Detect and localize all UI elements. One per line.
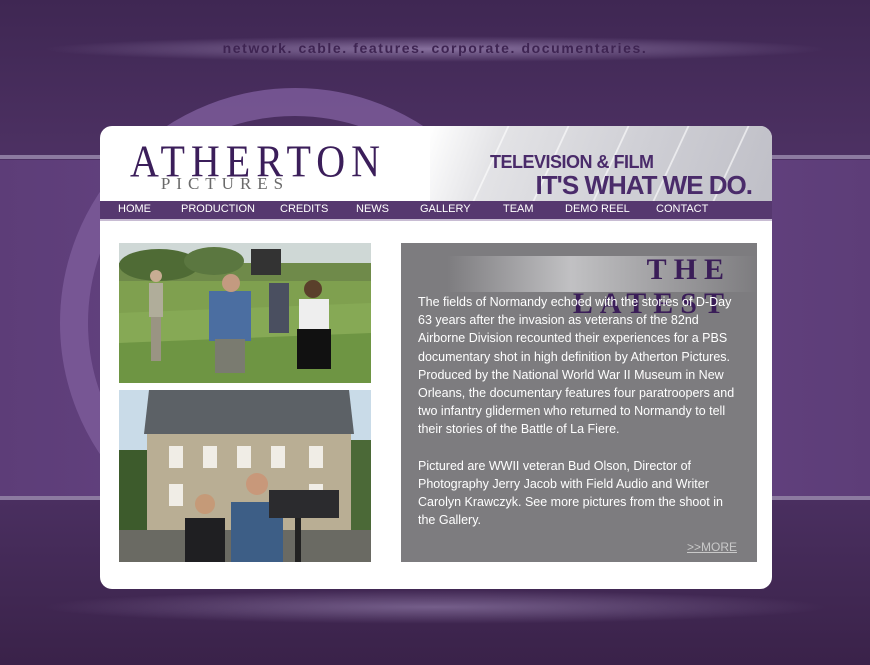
nav-demo-reel[interactable]: DEMO REEL [565,203,630,215]
main-card: ATHERTON PICTURES TELEVISION & FILM IT'S… [100,126,772,589]
nav-home[interactable]: HOME [118,203,151,215]
more-link[interactable]: >>MORE [687,540,737,554]
nav-gallery[interactable]: GALLERY [420,203,471,215]
footer-band [40,590,830,624]
tagline: network. cable. features. corporate. doc… [222,40,648,56]
team-photo [119,390,371,562]
nav-contact[interactable]: CONTACT [656,203,708,215]
nav-credits[interactable]: CREDITS [280,203,328,215]
nav-production[interactable]: PRODUCTION [181,203,255,215]
nav-team[interactable]: TEAM [503,203,534,215]
news-paragraph: The fields of Normandy echoed with the s… [418,295,735,437]
latest-body: The fields of Normandy echoed with the s… [418,293,743,547]
nav-news[interactable]: NEWS [356,203,389,215]
logo-subtitle: PICTURES [160,174,290,193]
news-paragraph: Pictured are WWII veteran Bud Olson, Dir… [418,458,723,528]
header-title: IT'S WHAT WE DO. [535,170,753,200]
latest-news-panel: THE LATEST The fields of Normandy echoed… [401,243,757,562]
main-nav: HOME PRODUCTION CREDITS NEWS GALLERY TEA… [100,201,772,221]
field-crew-photo [119,243,371,383]
